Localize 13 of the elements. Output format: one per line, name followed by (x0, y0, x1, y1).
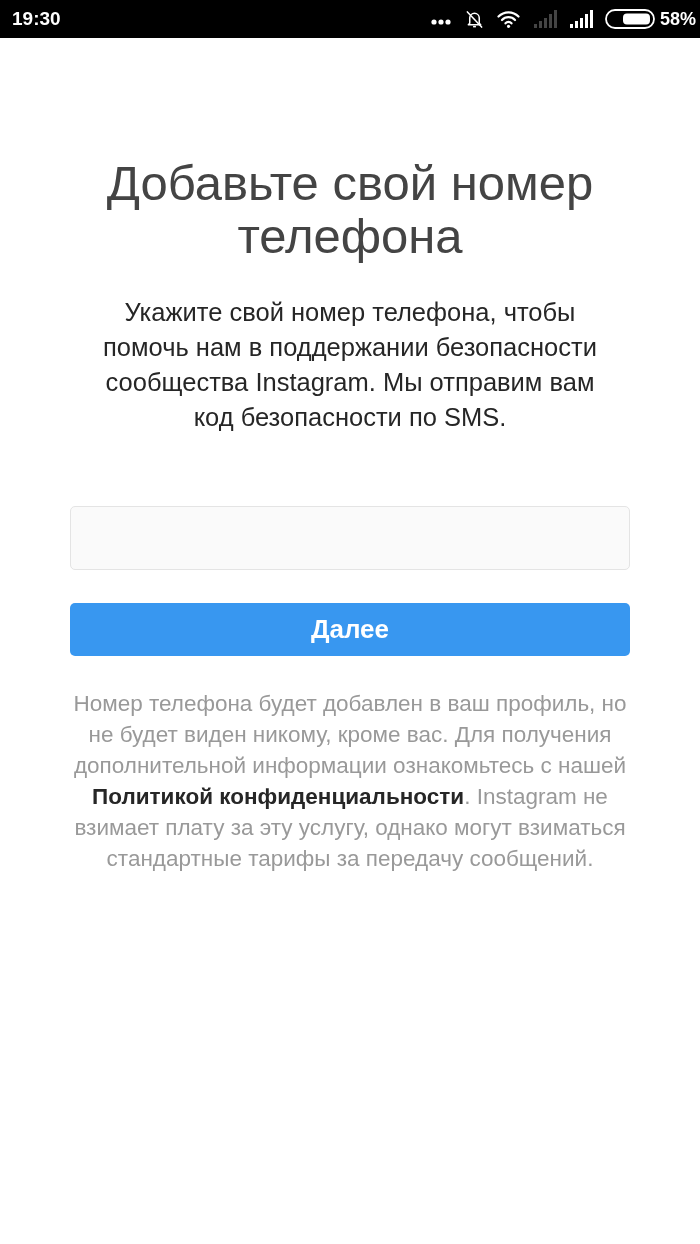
signal-icon (532, 10, 557, 28)
signal-icon (568, 10, 593, 28)
privacy-policy-link[interactable]: Политикой конфиденциальности (92, 784, 465, 809)
phone-input[interactable] (70, 506, 630, 570)
page-title: Добавьте свой номер телефона (105, 157, 595, 263)
disclaimer-text: Номер телефона будет добавлен в ваш профиль, но не будет виден никому, кроме вас. Для получения дополнительной информации ознакомьтесь с нашей Политикой конфиденциальности. Instagram не взимает плату за эту услугу, однако могут взиматься стандартные тарифы за передачу сообщений. (72, 690, 628, 873)
status-time: 19:30 (12, 8, 61, 30)
description-text: Укажите свой номер телефона, чтобы помочь нам в поддержании безопасности сообщества Instagram. Мы отправим вам код безопасности по SMS. (102, 297, 598, 433)
muted-bell-icon (464, 9, 484, 29)
battery-icon (604, 9, 655, 29)
battery-percent: 58% (659, 8, 696, 30)
wifi-icon (495, 10, 521, 28)
more-dots-icon (430, 19, 451, 25)
